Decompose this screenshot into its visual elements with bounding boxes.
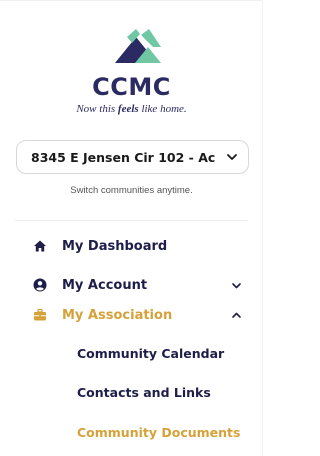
divider (15, 220, 248, 221)
nav-item-label: My Dashboard (62, 238, 168, 254)
subnav-item-community-calendar[interactable]: Community Calendar (77, 346, 224, 361)
home-icon (34, 240, 46, 252)
nav-item-label: My Association (62, 307, 173, 323)
logo-text: CCMC (92, 73, 171, 101)
nav-item-my-association[interactable]: My Association (0, 302, 263, 328)
switch-communities-note: Switch communities anytime. (70, 185, 193, 196)
chevron-up-icon[interactable] (231, 310, 242, 321)
nav-item-my-dashboard[interactable]: My Dashboard (0, 233, 263, 259)
nav-item-label: My Account (62, 277, 148, 293)
tagline: Now this feels like home. (76, 103, 187, 115)
chevron-down-icon[interactable] (231, 280, 242, 291)
chevron-down-icon (227, 154, 237, 160)
subnav-item-contacts-and-links[interactable]: Contacts and Links (77, 385, 211, 400)
community-select[interactable]: 8345 E Jensen Cir 102 - Ac (16, 140, 249, 174)
sidebar-panel: CCMC Now this feels like home. 8345 E Je… (0, 0, 263, 456)
user-circle-icon (33, 278, 47, 292)
community-select-value: 8345 E Jensen Cir 102 - Ac (31, 149, 216, 165)
briefcase-icon (34, 308, 46, 321)
subnav-item-community-documents[interactable]: Community Documents (77, 425, 240, 440)
logo-mark-icon (115, 29, 161, 63)
nav-item-my-account[interactable]: My Account (0, 272, 263, 298)
